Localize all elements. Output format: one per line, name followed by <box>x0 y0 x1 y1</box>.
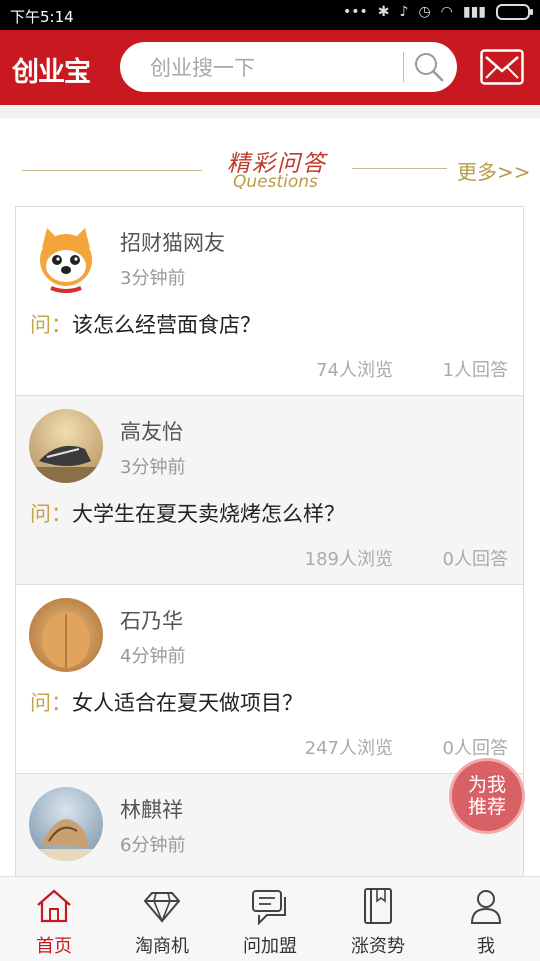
wifi-icon: ◠ <box>440 4 453 20</box>
question-card[interactable]: 招财猫网友 3分钟前 问：该怎么经营面食店？ 74人浏览 1人回答 <box>15 206 524 396</box>
answer-count: 0人回答 <box>442 549 508 570</box>
tab-home[interactable]: 首页 <box>0 877 108 961</box>
tab-knowledge[interactable]: 涨资势 <box>324 877 432 961</box>
recommend-button[interactable]: 为我 推荐 <box>449 758 525 834</box>
book-icon <box>364 888 392 924</box>
battery-icon <box>496 4 533 20</box>
decor-line <box>352 168 447 169</box>
tab-label: 首页 <box>36 936 72 957</box>
main-content: 精彩问答 Questions 更多>> 招财猫网友 3分钟前 问：该怎么经营面食… <box>0 118 540 876</box>
question-label: 问： <box>30 313 72 337</box>
tab-franchise-qa[interactable]: 问加盟 <box>216 877 324 961</box>
mute-icon: ♪ <box>399 4 409 20</box>
question-body: 女人适合在夏天做项目？ <box>72 691 303 715</box>
diamond-icon <box>143 892 181 924</box>
alarm-icon: ◷ <box>418 4 431 20</box>
question-text: 问：大学生在夏天卖烧烤怎么样？ <box>30 498 345 528</box>
bluetooth-icon: ✱ <box>377 4 390 20</box>
avatar <box>29 598 103 672</box>
qa-section-header: 精彩问答 Questions 更多>> <box>0 118 540 206</box>
question-card[interactable]: 林麒祥 6分钟前 <box>15 773 524 876</box>
section-subtitle: Questions <box>233 172 318 192</box>
question-card[interactable]: 高友怡 3分钟前 问：大学生在夏天卖烧烤怎么样？ 189人浏览 0人回答 <box>15 395 524 585</box>
post-time: 3分钟前 <box>120 268 186 289</box>
status-time: 下午5:14 <box>10 8 74 26</box>
question-text: 问：女人适合在夏天做项目？ <box>30 687 303 717</box>
post-time: 3分钟前 <box>120 457 186 478</box>
app-logo: 创业宝 <box>12 57 91 88</box>
answer-count: 1人回答 <box>442 360 508 381</box>
view-count: 189人浏览 <box>304 549 393 570</box>
question-body: 大学生在夏天卖烧烤怎么样？ <box>72 502 345 526</box>
more-link[interactable]: 更多>> <box>457 156 531 185</box>
user-icon <box>470 890 502 924</box>
tab-label: 淘商机 <box>135 936 189 957</box>
status-icons: ••• ✱ ♪ ◷ ◠ ▮▮▮ <box>342 4 533 20</box>
tab-label: 我 <box>477 936 495 957</box>
question-body: 该怎么经营面食店？ <box>72 313 261 337</box>
search-divider <box>403 52 404 82</box>
avatar <box>29 409 103 483</box>
question-list: 招财猫网友 3分钟前 问：该怎么经营面食店？ 74人浏览 1人回答 高友怡 3分… <box>15 206 524 876</box>
bottom-tab-bar: 首页 淘商机 问加盟 涨资势 我 <box>0 876 540 961</box>
question-text: 问：该怎么经营面食店？ <box>30 309 261 339</box>
status-bar: 下午5:14 ••• ✱ ♪ ◷ ◠ ▮▮▮ <box>0 0 540 30</box>
user-name: 林麒祥 <box>120 798 183 822</box>
user-name: 石乃华 <box>120 609 183 633</box>
more-dots-icon: ••• <box>342 4 368 20</box>
signal-icon: ▮▮▮ <box>462 4 486 20</box>
recommend-line1: 为我 <box>467 774 506 796</box>
search-icon[interactable] <box>413 51 445 83</box>
avatar <box>29 787 103 861</box>
question-label: 问： <box>30 691 72 715</box>
tab-label: 涨资势 <box>351 936 405 957</box>
app-header: 创业宝 <box>0 30 540 105</box>
post-time: 4分钟前 <box>120 646 186 667</box>
question-label: 问： <box>30 502 72 526</box>
view-count: 74人浏览 <box>316 360 393 381</box>
tab-opportunities[interactable]: 淘商机 <box>108 877 216 961</box>
decor-line <box>22 170 202 171</box>
home-icon <box>37 889 71 923</box>
answer-count: 0人回答 <box>442 738 508 759</box>
search-input[interactable] <box>148 54 402 82</box>
tab-me[interactable]: 我 <box>432 877 540 961</box>
user-name: 招财猫网友 <box>120 231 225 255</box>
search-box[interactable] <box>120 42 457 92</box>
question-card[interactable]: 石乃华 4分钟前 问：女人适合在夏天做项目？ 247人浏览 0人回答 <box>15 584 524 774</box>
mail-icon[interactable] <box>480 49 524 85</box>
tab-label: 问加盟 <box>243 936 297 957</box>
view-count: 247人浏览 <box>304 738 393 759</box>
avatar <box>29 220 103 294</box>
user-name: 高友怡 <box>120 420 183 444</box>
chat-icon <box>252 890 286 925</box>
post-time: 6分钟前 <box>120 835 186 856</box>
recommend-line2: 推荐 <box>467 796 506 818</box>
